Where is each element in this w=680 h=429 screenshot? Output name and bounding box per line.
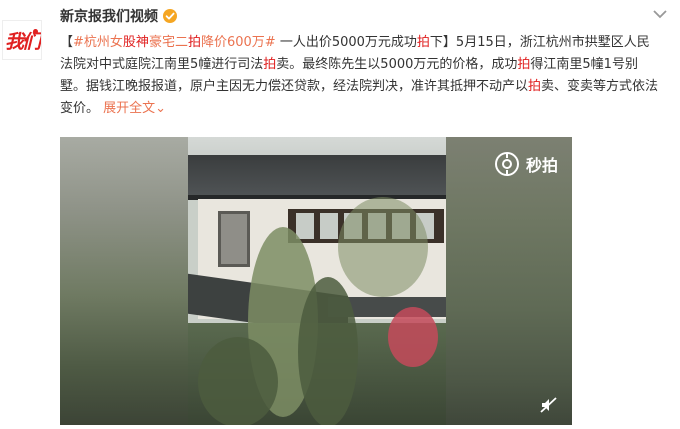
mute-icon[interactable] xyxy=(540,397,558,413)
topic-part: 豪宅二 xyxy=(148,35,188,50)
avatar-dot xyxy=(33,29,38,34)
topic-hashtag-link[interactable]: #杭州女股神豪宅二拍降价600万# xyxy=(73,35,276,50)
expand-full-text-link[interactable]: 展开全文⌄ xyxy=(103,101,166,116)
chevron-down-icon[interactable] xyxy=(652,8,668,20)
post-text-segment: 一人出价5000万元成功 xyxy=(275,35,417,50)
miaopai-watermark: 秒拍 xyxy=(494,151,558,177)
username-link[interactable]: 新京报我们视频 xyxy=(60,6,158,26)
video-blur-right xyxy=(446,137,572,425)
topic-part: #杭州女 xyxy=(73,35,123,50)
chevron-down-icon: ⌄ xyxy=(155,101,167,116)
post-text-segment: 卖。最终陈先生以5000万元的价格，成功 xyxy=(276,57,518,72)
avatar[interactable]: 我们 xyxy=(2,20,42,60)
expand-label: 展开全文 xyxy=(103,101,156,116)
bracket-open: 【 xyxy=(60,35,74,50)
topic-part-highlight: 拍 xyxy=(187,35,201,50)
keyword-highlight: 拍 xyxy=(416,35,430,50)
topic-part: 降价600万# xyxy=(200,35,276,50)
keyword-highlight: 拍 xyxy=(528,79,542,94)
post-body: 【#杭州女股神豪宅二拍降价600万# 一人出价5000万元成功拍下】5月15日，… xyxy=(60,32,660,120)
video-player[interactable]: 秒拍 xyxy=(60,137,572,425)
keyword-highlight: 拍 xyxy=(517,57,531,72)
post-header: 新京报我们视频 xyxy=(60,6,178,26)
keyword-highlight: 拍 xyxy=(263,57,277,72)
watermark-text: 秒拍 xyxy=(525,156,558,175)
verified-icon[interactable] xyxy=(162,8,178,24)
miaopai-logo-icon xyxy=(494,152,519,176)
topic-part-highlight: 股神 xyxy=(122,35,149,50)
video-blur-left xyxy=(60,137,188,425)
video-frame xyxy=(188,137,446,425)
